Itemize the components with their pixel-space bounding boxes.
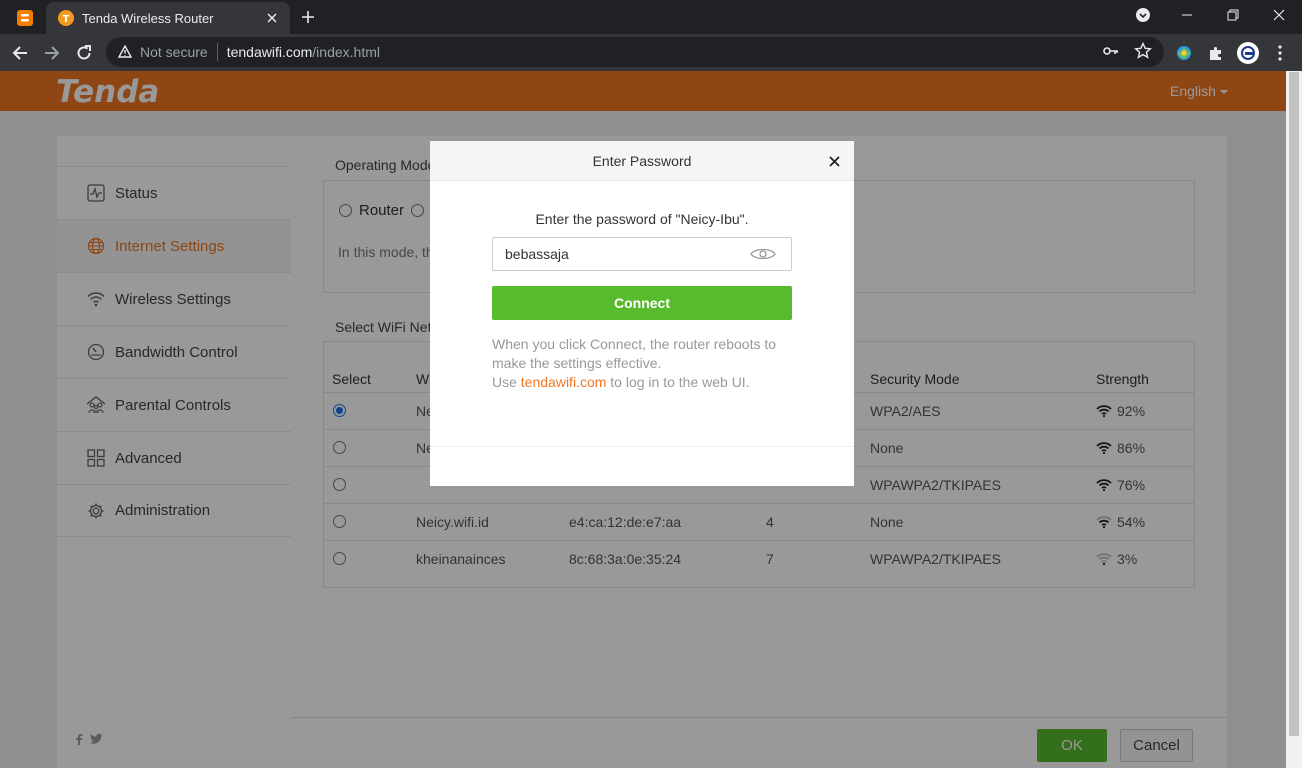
warning-icon [118, 45, 132, 58]
tab-close-icon[interactable] [260, 6, 284, 30]
url-path: /index.html [312, 44, 380, 60]
close-window-button[interactable] [1256, 0, 1302, 30]
blogger-icon [17, 10, 33, 26]
extension-logo-icon [1177, 46, 1191, 60]
menu-button[interactable] [1266, 39, 1294, 67]
tab-search-button[interactable] [1120, 0, 1166, 30]
extensions-button[interactable] [1202, 39, 1230, 67]
star-icon[interactable] [1134, 42, 1152, 60]
tab-title: Tenda Wireless Router [82, 10, 214, 26]
note-tail: to log in to the web UI. [610, 374, 750, 390]
restore-icon [1227, 9, 1239, 21]
security-status[interactable]: Not secure [140, 44, 208, 60]
eye-icon[interactable] [749, 246, 777, 262]
close-icon [1273, 9, 1285, 21]
profile-button[interactable] [1234, 39, 1262, 67]
puzzle-icon [1210, 47, 1221, 60]
address-separator [216, 43, 218, 61]
scrollbar-thumb[interactable] [1289, 72, 1299, 736]
reload-icon [77, 45, 91, 60]
url-host: tendawifi.com [226, 44, 313, 60]
chevron-down-icon [1136, 8, 1150, 22]
tenda-favicon-icon: T [58, 10, 74, 26]
dialog-header: Enter Password [430, 141, 854, 181]
dialog-footer-divider [430, 446, 854, 447]
close-icon[interactable] [824, 151, 844, 171]
svg-text:T: T [63, 14, 70, 25]
new-tab-button[interactable] [296, 5, 320, 29]
note-line-1: When you click Connect, the router reboo… [492, 336, 777, 352]
arrow-left-icon [12, 46, 27, 60]
password-field [492, 237, 792, 271]
kebab-menu-icon [1278, 45, 1282, 61]
router-page: Tenda English Status Internet Settings W… [0, 71, 1286, 768]
note-line-2: make the settings effective. [492, 355, 662, 371]
minimize-button[interactable] [1164, 0, 1210, 30]
arrow-right-icon [45, 46, 60, 60]
minimize-icon [1182, 14, 1192, 16]
password-input[interactable] [493, 238, 743, 270]
login-link[interactable]: tendawifi.com [521, 374, 607, 390]
blogger-tab[interactable] [8, 2, 42, 34]
note-use: Use [492, 374, 517, 390]
reload-button[interactable] [70, 39, 98, 67]
connect-button[interactable]: Connect [492, 286, 792, 320]
browser-tab-active[interactable]: T Tenda Wireless Router [46, 2, 290, 34]
note-line-3: Use tendawifi.com to log in to the web U… [492, 373, 792, 392]
password-dialog: Enter Password Enter the password of "Ne… [430, 141, 854, 486]
browser-toolbar: Not secure tendawifi.com/index.html [0, 34, 1302, 71]
avatar-icon [1237, 42, 1259, 64]
forward-button[interactable] [38, 39, 66, 67]
dialog-title: Enter Password [592, 153, 692, 169]
restore-button[interactable] [1210, 0, 1256, 30]
address-bar[interactable]: Not secure tendawifi.com/index.html [106, 37, 1164, 67]
extension-button[interactable] [1170, 39, 1198, 67]
back-button[interactable] [6, 39, 34, 67]
password-prompt: Enter the password of "Neicy-Ibu". [535, 211, 749, 227]
plus-icon [302, 11, 314, 23]
key-icon[interactable] [1102, 42, 1120, 60]
browser-tab-bar: T Tenda Wireless Router [0, 0, 1302, 34]
